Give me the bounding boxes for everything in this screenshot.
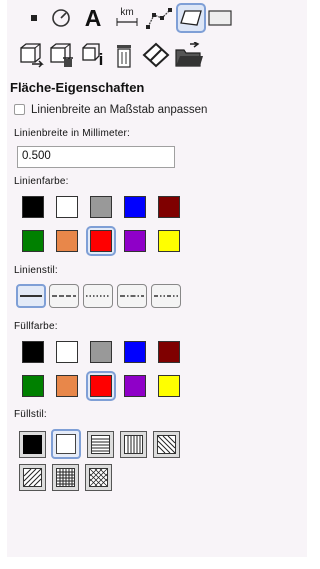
- line-color-label: Linienfarbe:: [14, 176, 69, 187]
- measure-icon[interactable]: [50, 6, 72, 30]
- properties-panel: A km i Fläche-Eigenschaften Linienbreite…: [7, 0, 307, 557]
- line-style-label: Linienstil:: [14, 265, 58, 276]
- fill-color-swatch-blue[interactable]: [124, 341, 146, 363]
- fill-color-swatch-green[interactable]: [22, 375, 44, 397]
- rectangle-tool-icon[interactable]: [207, 8, 233, 28]
- fill-color-swatch-yellow[interactable]: [158, 375, 180, 397]
- polyline-tool-icon[interactable]: [145, 5, 173, 31]
- line-width-input[interactable]: 0.500: [17, 146, 175, 168]
- line-style-solid[interactable]: [16, 284, 46, 308]
- fill-color-swatch-gray[interactable]: [90, 341, 112, 363]
- fill-style-diagonal[interactable]: [153, 431, 180, 458]
- trash-icon[interactable]: [113, 43, 135, 69]
- fill-style-diagonal-grid[interactable]: [85, 464, 112, 491]
- line-color-swatch-purple[interactable]: [124, 230, 146, 252]
- line-color-swatch-white[interactable]: [56, 196, 78, 218]
- fill-style-transparent[interactable]: [51, 429, 81, 459]
- eraser-icon[interactable]: [141, 41, 171, 69]
- line-color-swatch-yellow[interactable]: [158, 230, 180, 252]
- line-color-swatch-black[interactable]: [22, 196, 44, 218]
- line-color-swatch-red-selected[interactable]: [86, 226, 116, 256]
- fill-color-swatch-white[interactable]: [56, 341, 78, 363]
- open-folder-icon[interactable]: [173, 41, 205, 69]
- delete-copy-icon[interactable]: [47, 41, 75, 69]
- distance-tool-label: km: [120, 7, 134, 18]
- line-color-swatch-green[interactable]: [22, 230, 44, 252]
- line-style-dash-dot-dot[interactable]: [151, 284, 181, 308]
- polygon-tool-icon[interactable]: [176, 3, 206, 33]
- line-style-dotted[interactable]: [83, 284, 113, 308]
- line-color-swatch-darkred[interactable]: [158, 196, 180, 218]
- scale-line-width-checkbox[interactable]: [14, 104, 25, 115]
- line-style-dashed[interactable]: [49, 284, 79, 308]
- fill-color-label: Füllfarbe:: [14, 321, 58, 332]
- line-color-swatch-red: [90, 230, 112, 252]
- info-glyph: i: [98, 50, 104, 69]
- point-tool-icon[interactable]: [27, 11, 41, 25]
- distance-tool-icon[interactable]: km: [113, 4, 141, 30]
- fill-color-swatch-orange[interactable]: [56, 375, 78, 397]
- fill-color-swatch-red: [90, 375, 112, 397]
- fill-style-horizontal[interactable]: [87, 431, 114, 458]
- line-color-swatch-blue[interactable]: [124, 196, 146, 218]
- info-icon[interactable]: i: [77, 41, 107, 69]
- line-style-dash-dot[interactable]: [117, 284, 147, 308]
- fill-color-swatch-darkred[interactable]: [158, 341, 180, 363]
- text-tool-icon[interactable]: A: [81, 4, 105, 32]
- line-color-swatch-gray[interactable]: [90, 196, 112, 218]
- scale-line-width-label: Linienbreite an Maßstab anpassen: [31, 104, 208, 116]
- fill-color-swatch-black[interactable]: [22, 341, 44, 363]
- fill-style-solid[interactable]: [19, 431, 46, 458]
- fill-style-cross-diagonal[interactable]: [19, 464, 46, 491]
- fill-style-vertical[interactable]: [120, 431, 147, 458]
- fill-style-label: Füllstil:: [14, 409, 47, 420]
- line-width-label: Linienbreite in Millimeter:: [14, 128, 131, 139]
- line-color-swatch-orange[interactable]: [56, 230, 78, 252]
- fill-color-swatch-red-selected[interactable]: [86, 371, 116, 401]
- fill-color-swatch-purple[interactable]: [124, 375, 146, 397]
- move-copy-icon[interactable]: [17, 41, 45, 69]
- fill-style-grid[interactable]: [52, 464, 79, 491]
- section-title: Fläche-Eigenschaften: [10, 80, 145, 95]
